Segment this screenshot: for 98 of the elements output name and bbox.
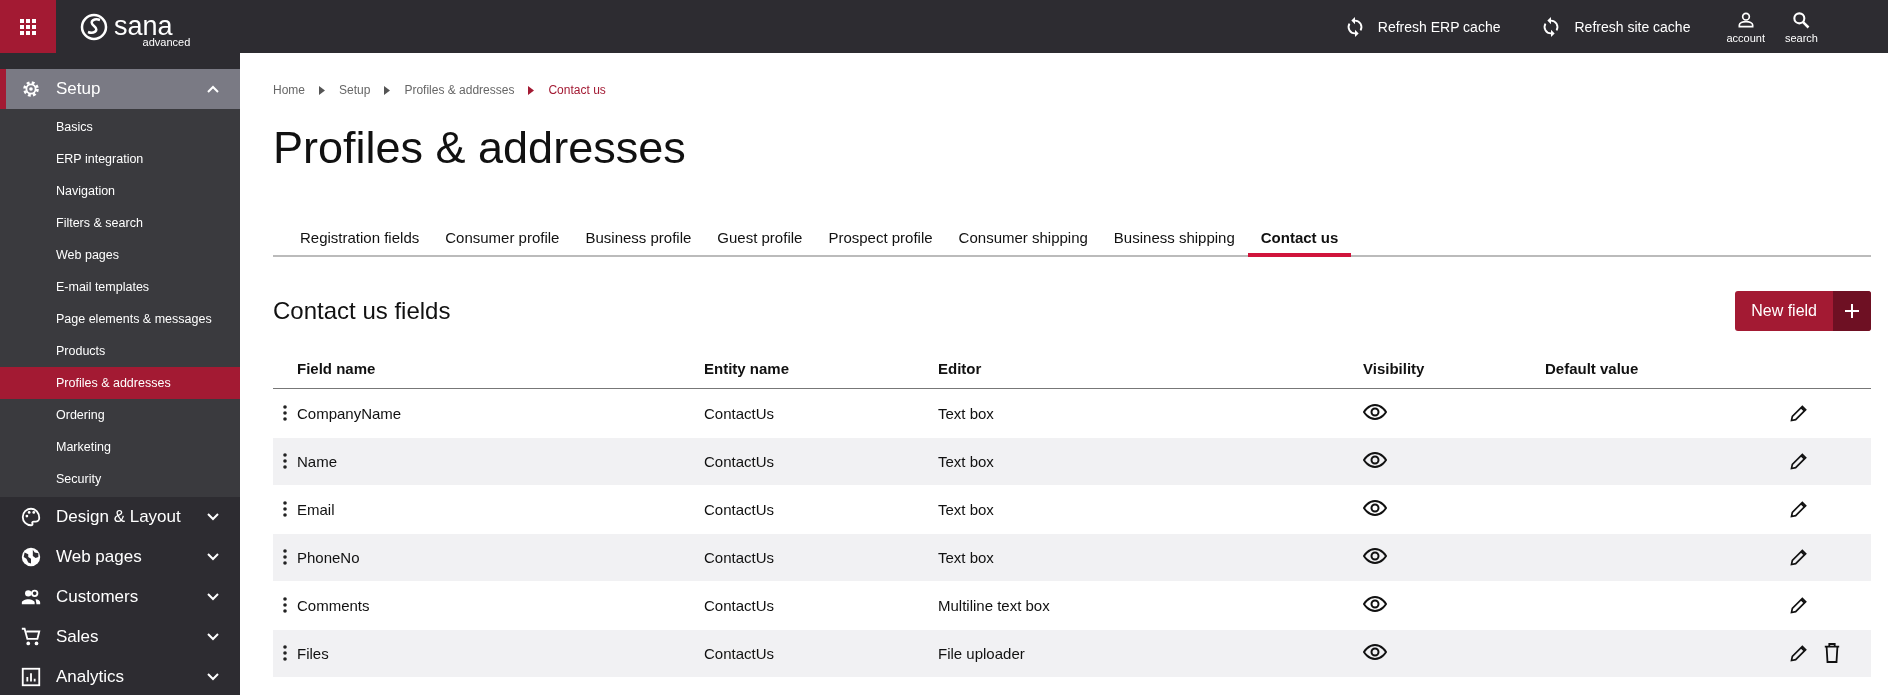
drag-handle-icon[interactable] <box>283 453 287 469</box>
drag-handle-icon[interactable] <box>283 549 287 565</box>
table-cell-text: ContactUs <box>704 404 776 422</box>
palette-icon <box>20 506 42 528</box>
new-field-button[interactable]: New field <box>1735 290 1871 331</box>
caret-right-icon <box>319 85 325 95</box>
breadcrumb-link[interactable]: Profiles & addresses <box>404 83 515 97</box>
delete-button[interactable] <box>1823 643 1841 663</box>
sidebar-item[interactable]: Navigation <box>0 175 240 207</box>
pencil-icon <box>1789 451 1809 471</box>
breadcrumb-link[interactable]: Setup <box>339 83 371 97</box>
column-header: Visibility <box>1363 359 1426 377</box>
globe-icon <box>20 546 42 568</box>
sidebar-item[interactable]: Web pages <box>0 239 240 271</box>
pencil-icon <box>1789 643 1809 663</box>
edit-button[interactable] <box>1789 451 1809 471</box>
caret-right-icon <box>384 85 391 95</box>
cart-icon <box>20 626 42 648</box>
sidebar-section[interactable]: Web pages <box>0 537 240 577</box>
drag-handle-icon[interactable] <box>283 405 287 421</box>
sidebar-item[interactable]: E-mail templates <box>0 271 240 303</box>
sidebar-item[interactable]: Ordering <box>0 399 240 431</box>
sidebar-item[interactable]: Basics <box>0 111 240 143</box>
table-cell-text: Text box <box>938 452 995 470</box>
sidebar-item[interactable]: Page elements & messages <box>0 303 240 335</box>
table-cell-text: ContactUs <box>704 596 776 614</box>
table-cell-text: CompanyName <box>297 404 403 422</box>
apps-button[interactable] <box>0 0 56 53</box>
tab[interactable]: Guest profile <box>704 220 816 257</box>
tab[interactable]: Prospect profile <box>815 220 946 257</box>
column-header: Editor <box>938 359 983 377</box>
table-cell-text: ContactUs <box>704 452 776 470</box>
table-cell-text: Email <box>297 500 336 518</box>
tab[interactable]: Business profile <box>572 220 705 257</box>
breadcrumb-link[interactable]: Home <box>273 83 305 97</box>
account-button[interactable]: account <box>1716 9 1775 44</box>
caret-right-icon <box>528 85 535 95</box>
tab[interactable]: Consumer shipping <box>945 220 1101 257</box>
refresh-button[interactable]: Refresh ERP cache <box>1329 15 1515 38</box>
pencil-icon <box>1789 499 1809 519</box>
sidebar-item[interactable]: Products <box>0 335 240 367</box>
table-cell-text: Comments <box>297 596 371 614</box>
pencil-icon <box>1789 595 1809 615</box>
table-cell-text: Text box <box>938 500 995 518</box>
drag-handle-icon[interactable] <box>283 597 287 613</box>
search-button[interactable]: search <box>1774 9 1828 44</box>
section-title: Contact us fields <box>273 296 451 325</box>
table-cell-text: Name <box>297 452 338 470</box>
edit-button[interactable] <box>1789 547 1809 567</box>
table-cell-text: ContactUs <box>704 548 776 566</box>
table-cell-text: File uploader <box>938 644 1026 662</box>
drag-handle-icon[interactable] <box>283 501 287 517</box>
table-cell-text: Multiline text box <box>938 596 1051 614</box>
gear-icon <box>20 78 42 100</box>
sidebar-section[interactable]: Design & Layout <box>0 497 240 537</box>
section-label: Sales <box>56 627 100 647</box>
logo-icon <box>80 12 108 41</box>
table-cell-text: Text box <box>938 548 995 566</box>
bar-chart-icon <box>20 666 42 688</box>
page-title: Profiles & addresses <box>273 123 687 173</box>
sidebar-item[interactable]: ERP integration <box>0 143 240 175</box>
sidebar-item[interactable]: Filters & search <box>0 207 240 239</box>
section-label: Web pages <box>56 547 143 567</box>
sidebar-section[interactable]: Sales <box>0 617 240 657</box>
sidebar-item[interactable]: Security <box>0 463 240 495</box>
table-cell-text: PhoneNo <box>297 548 361 566</box>
edit-button[interactable] <box>1789 595 1809 615</box>
refresh-button[interactable]: Refresh site cache <box>1526 15 1705 38</box>
column-header: Entity name <box>704 359 791 377</box>
pencil-icon <box>1789 403 1809 423</box>
table-cell-text: ContactUs <box>704 644 776 662</box>
section-label: Setup <box>56 79 102 99</box>
tab[interactable]: Registration fields <box>287 220 433 257</box>
search-icon <box>1791 9 1812 30</box>
table-cell-text: ContactUs <box>704 500 776 518</box>
tab[interactable]: Consumer profile <box>432 220 573 257</box>
trash-icon <box>1823 643 1841 663</box>
table-cell-text: Text box <box>938 404 995 422</box>
pencil-icon <box>1789 547 1809 567</box>
drag-handle-icon[interactable] <box>283 645 287 661</box>
sidebar-section[interactable]: Setup <box>0 69 240 109</box>
plus-icon <box>1844 302 1860 319</box>
tab[interactable]: Contact us <box>1247 220 1352 257</box>
table-cell-text: Files <box>297 644 330 662</box>
column-header: Default value <box>1545 359 1640 377</box>
tab[interactable]: Business shipping <box>1100 220 1248 257</box>
edit-button[interactable] <box>1789 499 1809 519</box>
column-header: Field name <box>297 359 377 377</box>
grid-icon <box>20 18 36 35</box>
sidebar-section[interactable]: Customers <box>0 577 240 617</box>
sidebar-item[interactable]: Marketing <box>0 431 240 463</box>
edit-button[interactable] <box>1789 403 1809 423</box>
section-label: Analytics <box>56 667 126 687</box>
sidebar-section[interactable]: Analytics <box>0 657 240 695</box>
edit-button[interactable] <box>1789 643 1809 663</box>
section-label: Design & Layout <box>56 507 182 527</box>
sidebar-item[interactable]: Profiles & addresses <box>0 367 240 399</box>
section-label: Customers <box>56 587 140 607</box>
